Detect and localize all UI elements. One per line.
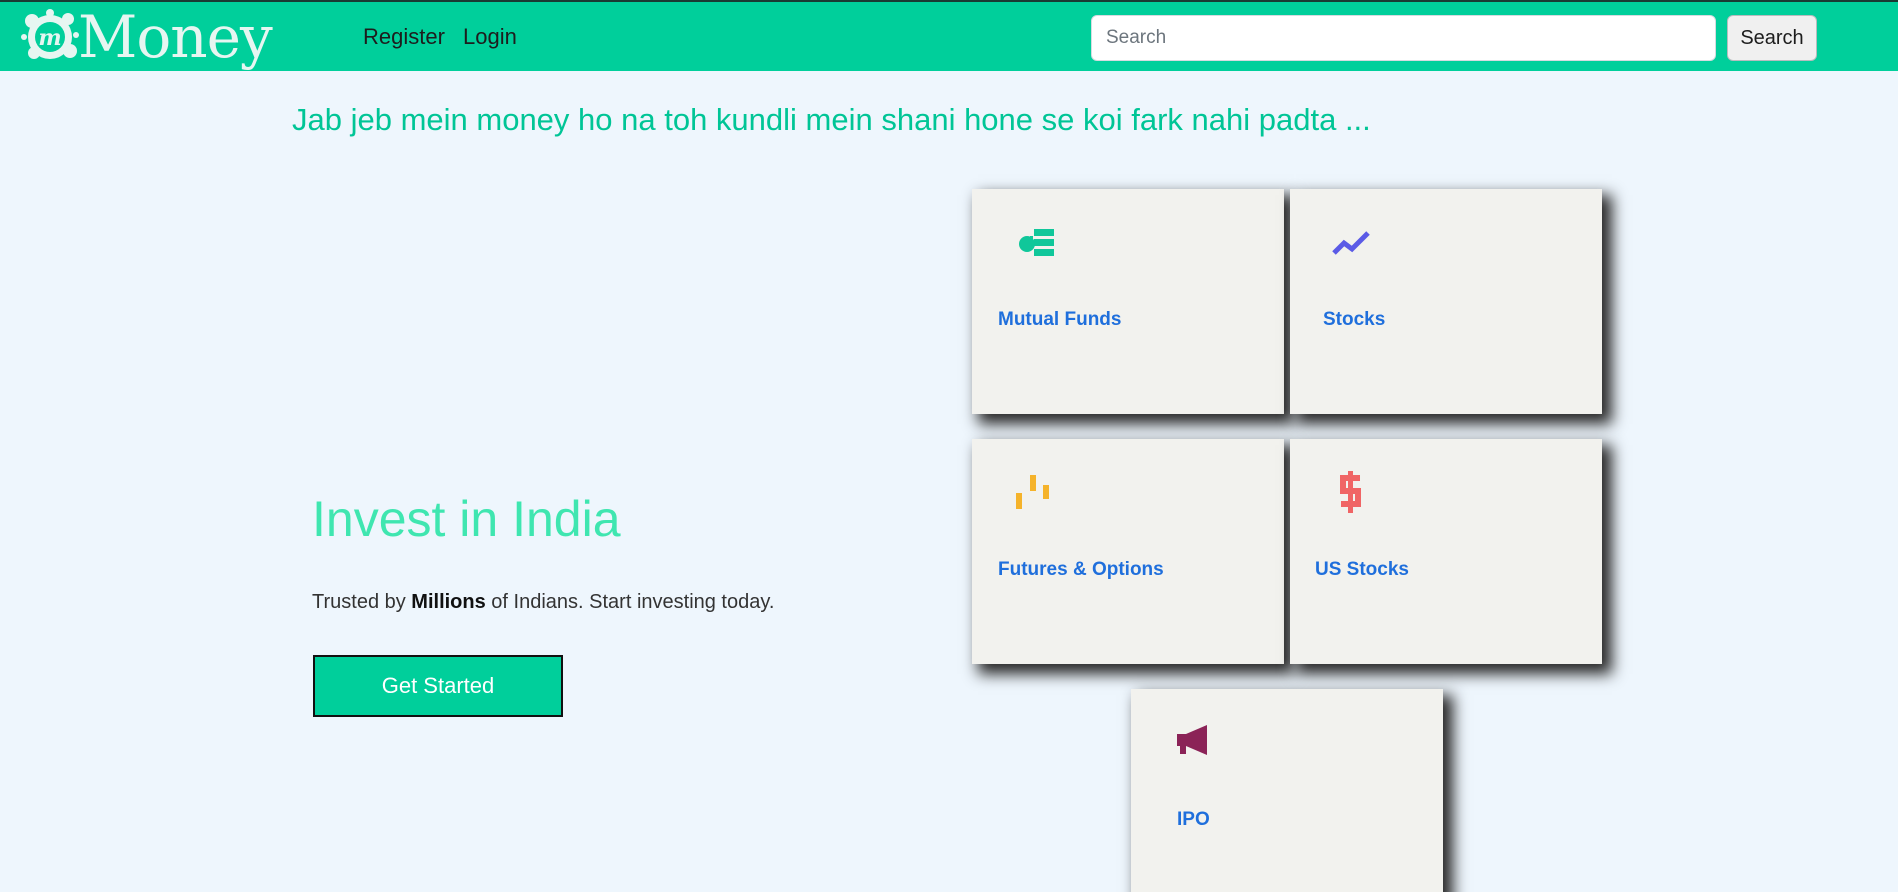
card-futures-options[interactable]: Futures & Options [972,439,1284,664]
card-stocks[interactable]: Stocks [1290,189,1602,414]
dollar-icon [1338,471,1382,515]
tagline: Jab jeb mein money ho na toh kundli mein… [292,102,1371,137]
card-label: US Stocks [1315,559,1409,580]
hero-title: Invest in India [312,491,621,547]
trend-line-icon [1330,221,1374,265]
top-navbar: m Money Register Login Search [0,0,1898,71]
card-ipo[interactable]: IPO [1131,689,1443,892]
search-input[interactable] [1091,15,1716,61]
card-label: Mutual Funds [998,309,1122,330]
logo-badge-icon: m [20,7,80,67]
login-link[interactable]: Login [463,24,517,50]
hero-subtitle: Trusted by Millions of Indians. Start in… [312,591,774,614]
card-us-stocks[interactable]: US Stocks [1290,439,1602,664]
card-label: Futures & Options [998,559,1164,580]
register-link[interactable]: Register [363,24,445,50]
get-started-button[interactable]: Get Started [313,655,563,717]
brand-logo[interactable]: m Money [20,3,273,71]
hero-subtitle-bold: Millions [411,591,486,613]
search-button[interactable]: Search [1727,15,1817,61]
card-mutual-funds[interactable]: Mutual Funds [972,189,1284,414]
logo-badge-letter: m [38,25,61,51]
hero-subtitle-post: of Indians. Start investing today. [485,591,775,613]
mutual-funds-icon [1016,221,1060,265]
candlestick-icon [1014,471,1058,515]
card-label: Stocks [1323,309,1386,330]
megaphone-icon [1175,721,1219,765]
card-label: IPO [1177,809,1210,830]
brand-name: Money [78,3,273,71]
hero-subtitle-pre: Trusted by [312,591,412,613]
